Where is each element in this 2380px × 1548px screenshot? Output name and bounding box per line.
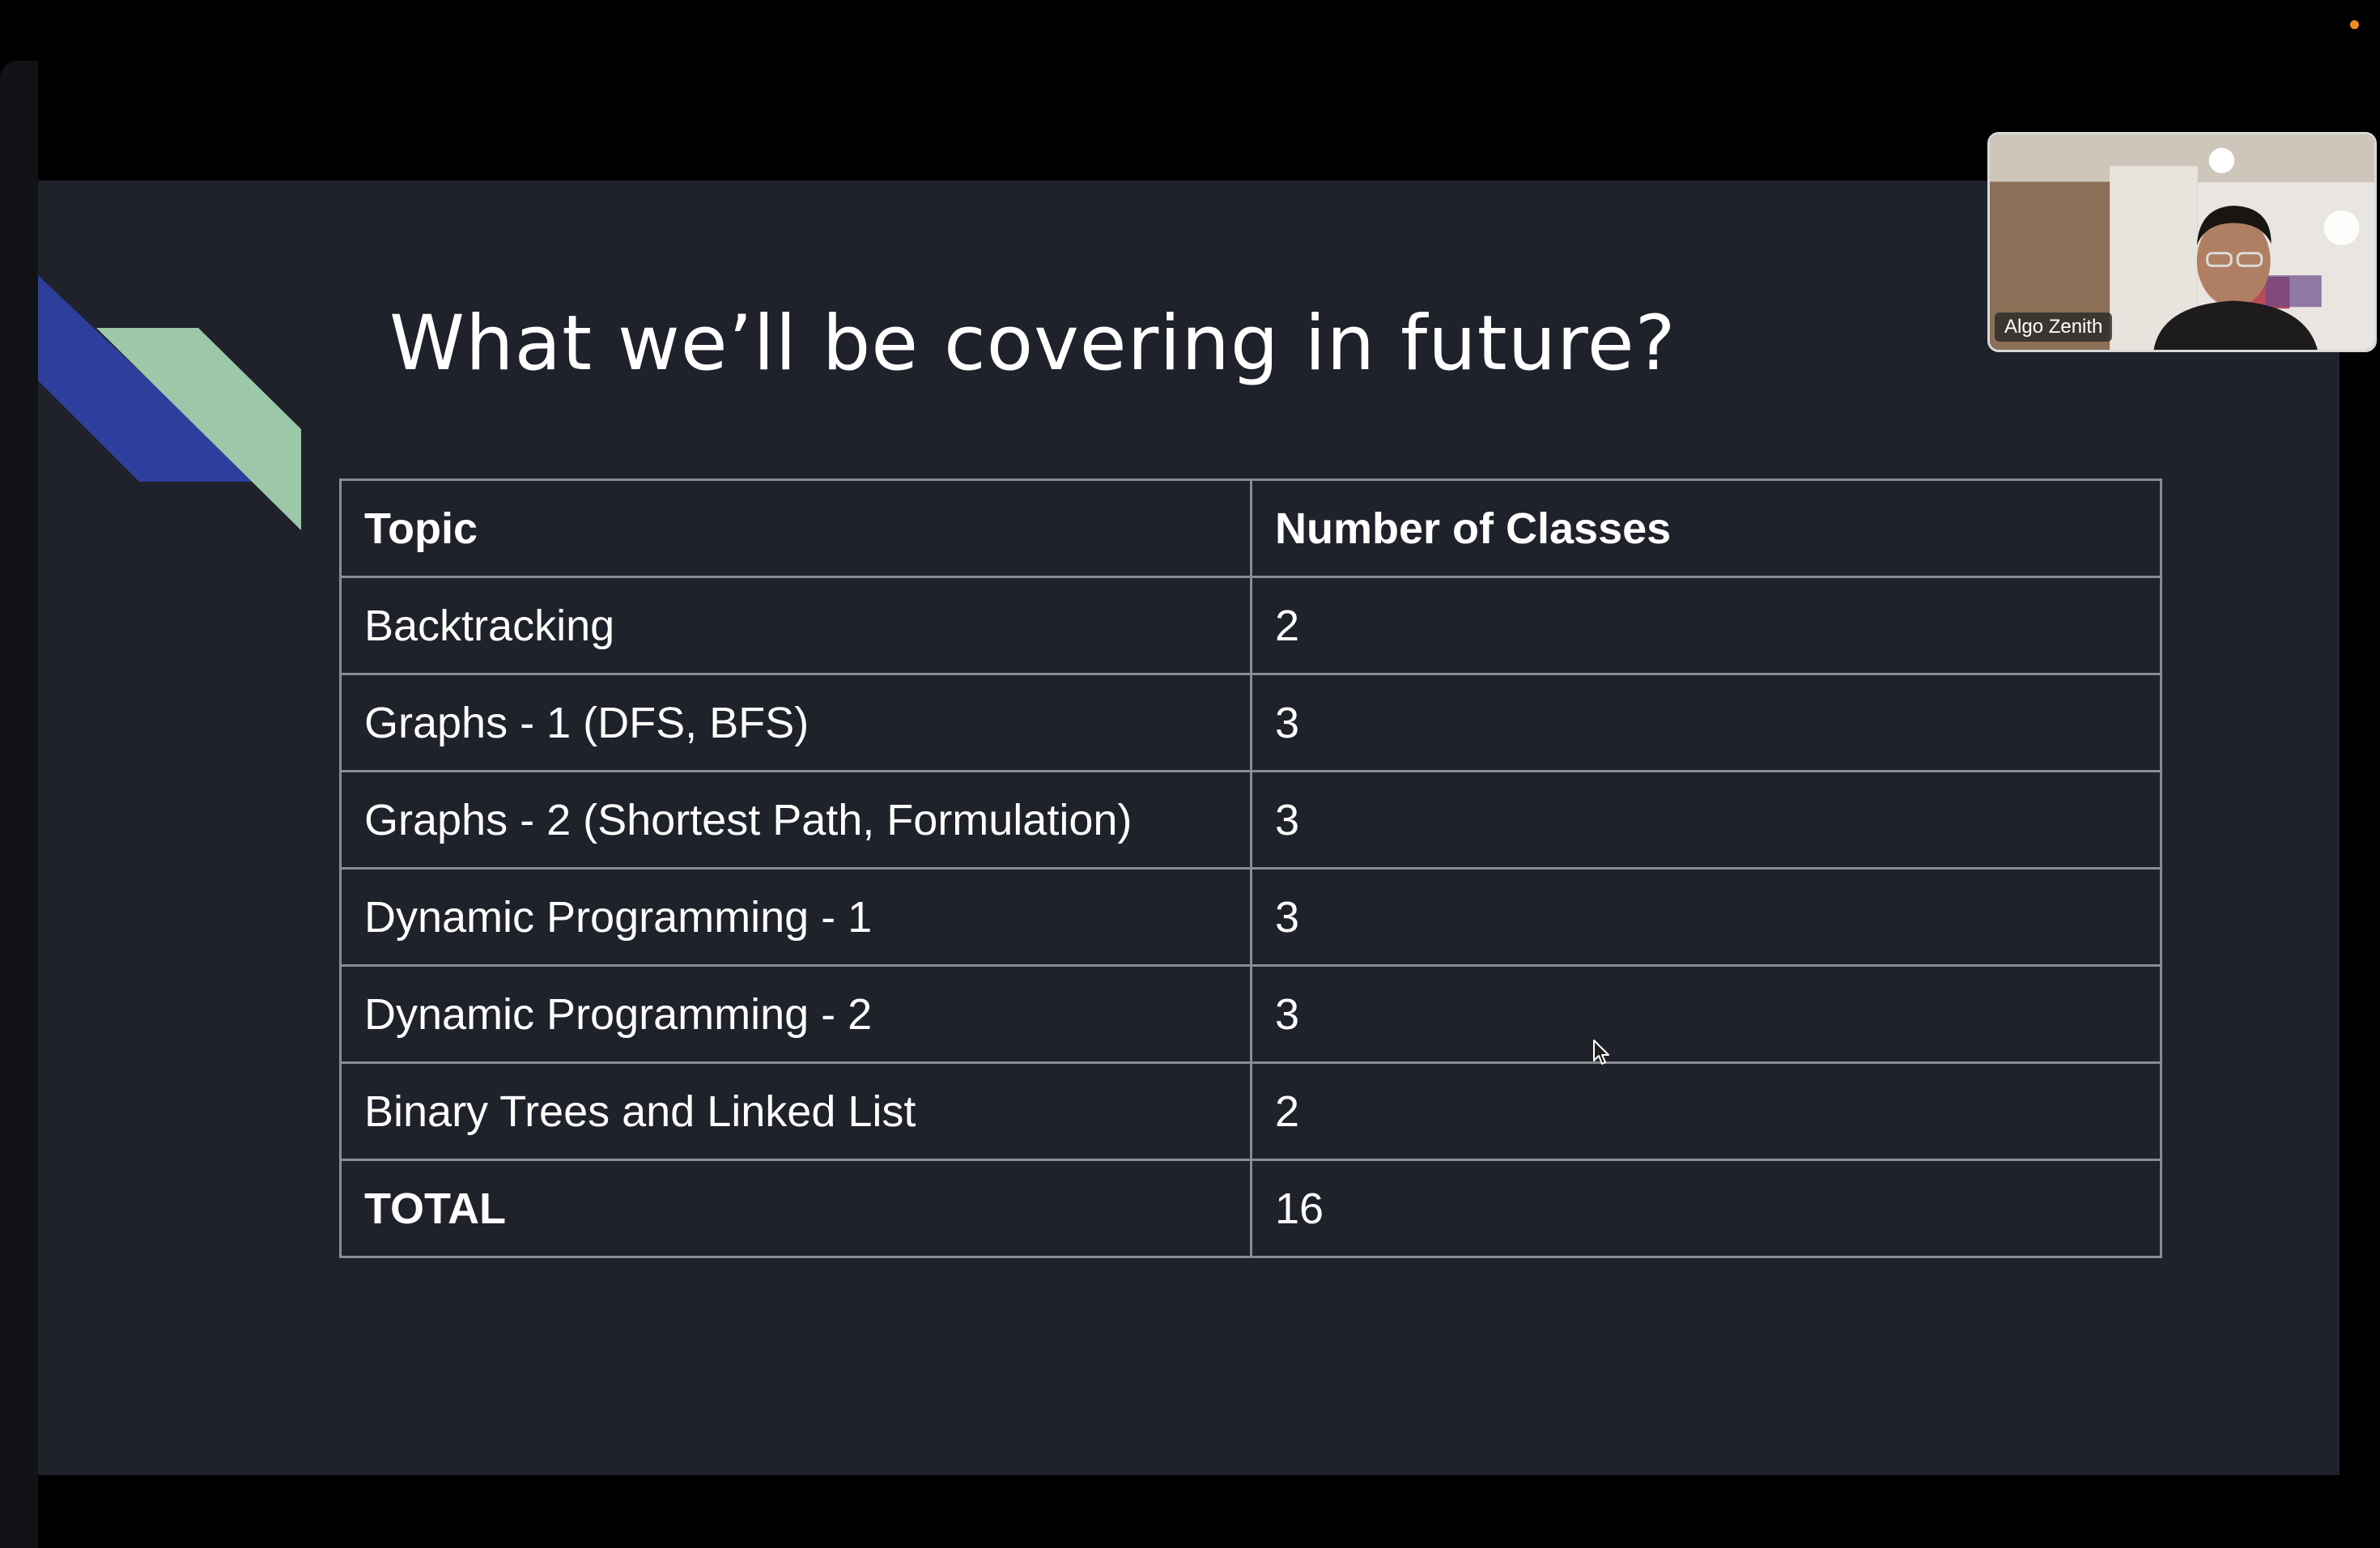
recording-indicator: [2350, 20, 2359, 29]
mouse-cursor-icon: [1593, 1040, 1609, 1065]
header-topic: Topic: [339, 478, 1252, 578]
table-total-row: TOTAL 16: [339, 1159, 2162, 1258]
topic-cell: Graphs - 1 (DFS, BFS): [339, 673, 1252, 772]
slide-title: What we’ll be covering in future?: [389, 300, 1677, 388]
topic-cell: Binary Trees and Linked List: [339, 1061, 1252, 1161]
slide-decoration-shapes: [38, 275, 301, 530]
table-row: Graphs - 2 (Shortest Path, Formulation) …: [339, 770, 2162, 870]
classes-cell: 2: [1250, 1061, 2162, 1161]
table-row: Backtracking 2: [339, 576, 2162, 675]
participant-name-label: Algo Zenith: [1995, 313, 2113, 342]
classes-cell: 2: [1250, 576, 2162, 675]
classes-cell: 3: [1250, 673, 2162, 772]
table-row: Dynamic Programming - 1 3: [339, 867, 2162, 967]
table-row: Dynamic Programming - 2 3: [339, 964, 2162, 1064]
topic-cell: Graphs - 2 (Shortest Path, Formulation): [339, 770, 1252, 870]
classes-cell: 3: [1250, 964, 2162, 1064]
table-header-row: Topic Number of Classes: [339, 478, 2162, 578]
total-value: 16: [1250, 1159, 2162, 1258]
participant-video-tile[interactable]: Algo Zenith: [1987, 132, 2377, 352]
topic-cell: Dynamic Programming - 1: [339, 867, 1252, 967]
topics-table: Topic Number of Classes Backtracking 2 G…: [339, 478, 2162, 1258]
classes-cell: 3: [1250, 770, 2162, 870]
table-row: Binary Trees and Linked List 2: [339, 1061, 2162, 1161]
classes-cell: 3: [1250, 867, 2162, 967]
topic-cell: Dynamic Programming - 2: [339, 964, 1252, 1064]
header-number-of-classes: Number of Classes: [1250, 478, 2162, 578]
topic-cell: Backtracking: [339, 576, 1252, 675]
table-row: Graphs - 1 (DFS, BFS) 3: [339, 673, 2162, 772]
total-label: TOTAL: [339, 1159, 1252, 1258]
bottom-bar: [38, 1475, 2340, 1548]
